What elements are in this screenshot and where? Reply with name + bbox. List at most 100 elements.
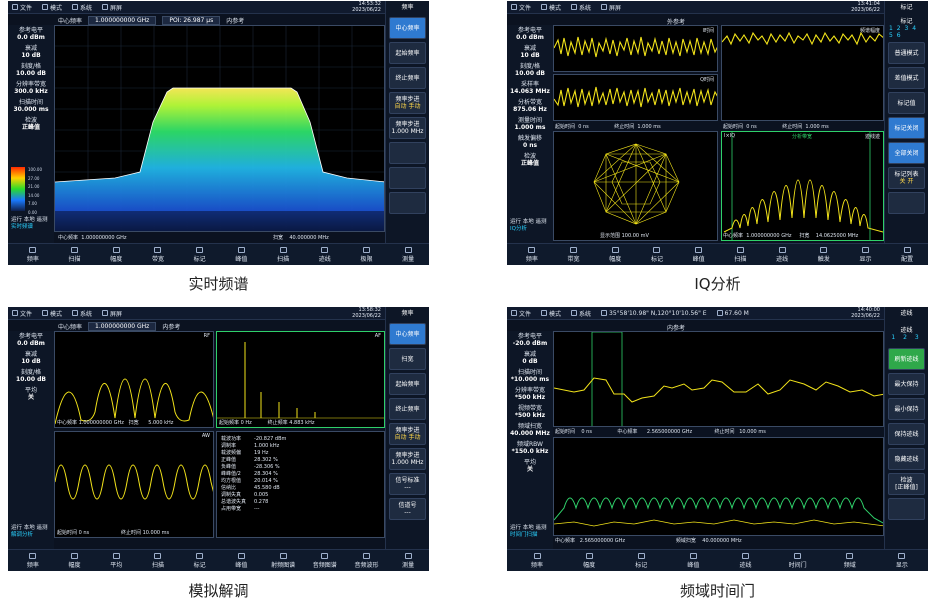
param-trigger-offset[interactable]: 触发偏移 0 ns [507, 135, 553, 149]
marker-num[interactable]: 1 [889, 25, 894, 32]
menu-amplitude[interactable]: 幅度 [563, 550, 615, 571]
menu-file[interactable]: 文件 [511, 309, 531, 318]
delta-mode-button[interactable]: 差值模式 [888, 67, 925, 89]
menu-peak[interactable]: 峰值 [221, 244, 263, 265]
marker-num[interactable]: 4 [912, 25, 917, 32]
menu-freq[interactable]: 频率 [12, 244, 54, 265]
menu-peak[interactable]: 峰值 [667, 550, 719, 571]
param-atten[interactable]: 衰减 10 dB [8, 45, 54, 59]
param-meas-time[interactable]: 测量时间 1.000 ms [507, 117, 553, 131]
menu-bandwidth[interactable]: 带宽 [553, 244, 595, 265]
max-hold-button[interactable]: 最大保持 [888, 373, 925, 395]
time-domain-plot[interactable] [553, 331, 884, 427]
menu-marker[interactable]: 标记 [179, 244, 221, 265]
param-vbw[interactable]: 视频带宽 *500 kHz [507, 405, 553, 419]
param-scale[interactable]: 刻度/格 10.00 dB [8, 369, 54, 383]
menu-config[interactable]: 配置 [886, 244, 928, 265]
menu-file[interactable]: 文件 [12, 3, 32, 12]
refresh-trace-button[interactable]: 刷新迹线 [888, 348, 925, 370]
empty-softkey[interactable] [389, 192, 426, 214]
param-sweep[interactable]: 扫描时间 30.000 ms [8, 99, 54, 113]
center-freq-value[interactable]: 1.000000000 GHz [88, 322, 157, 331]
menu-system[interactable]: 系统 [72, 3, 92, 12]
param-ref-level[interactable]: 参考电平 0.0 dBm [8, 27, 54, 41]
marker-off-button[interactable]: 标记关闭 [888, 117, 925, 139]
menu-freq[interactable]: 频率 [511, 244, 553, 265]
trace-num[interactable]: 2 [903, 334, 910, 341]
iq-constellation-plot[interactable]: 显示范围 100.00 mV [553, 131, 718, 241]
af-spectrum-plot[interactable]: AF 起始频率 0 Hz 终止频率 4.883 kHz [216, 331, 385, 428]
i-time-plot[interactable]: I时间 [553, 25, 718, 72]
param-ref-level[interactable]: 参考电平 0.0 dBm [507, 27, 553, 41]
menu-system[interactable]: 系统 [571, 309, 591, 318]
menu-amplitude[interactable]: 幅度 [594, 244, 636, 265]
menu-mode[interactable]: 模式 [541, 309, 561, 318]
trace-num[interactable]: 1 [891, 334, 898, 341]
realtime-spectrum-plot[interactable] [54, 25, 385, 232]
detector-button[interactable]: 检波 [正峰值] [888, 473, 925, 495]
menu-peak[interactable]: 峰值 [221, 550, 263, 571]
param-average[interactable]: 平均关 [8, 387, 54, 401]
menu-scan[interactable]: 扫描 [720, 244, 762, 265]
param-analysis-bw[interactable]: 分析带宽 875.06 Hz [507, 99, 553, 113]
menu-trace[interactable]: 迹线 [304, 244, 346, 265]
center-freq-value[interactable]: 1.000000000 GHz [88, 16, 157, 25]
stop-freq-button[interactable]: 终止频率 [389, 67, 426, 89]
param-detector[interactable]: 检波 正峰值 [507, 153, 553, 167]
marker-value-button[interactable]: 标记值 [888, 92, 925, 114]
param-atten[interactable]: 衰减 10 dB [507, 45, 553, 59]
menu-display[interactable]: 显示 [845, 244, 887, 265]
menu-sweep[interactable]: 扫描 [54, 244, 96, 265]
magnitude-time-plot[interactable]: 频谱幅度 [721, 25, 884, 121]
menu-file[interactable]: 文件 [12, 309, 32, 318]
empty-softkey[interactable] [389, 142, 426, 164]
param-atten[interactable]: 衰减 0 dB [507, 351, 553, 365]
menu-average[interactable]: 平均 [95, 550, 137, 571]
param-rbw[interactable]: 分辨率带宽 *500 kHz [507, 387, 553, 401]
span-button[interactable]: 扫宽 [389, 348, 426, 370]
channel-number-button[interactable]: 信道号 --- [389, 498, 426, 520]
menu-marker[interactable]: 标记 [636, 244, 678, 265]
marker-num[interactable]: 6 [897, 32, 902, 39]
param-scale[interactable]: 刻度/格 10.00 dB [8, 63, 54, 77]
param-atten[interactable]: 衰减 10 dB [8, 351, 54, 365]
trace-select[interactable]: 迹线 1 2 3 [888, 323, 925, 345]
center-freq-button[interactable]: 中心频率 [389, 17, 426, 39]
marker-num[interactable]: 3 [905, 25, 910, 32]
freq-domain-plot[interactable] [553, 437, 884, 536]
audio-waveform-plot[interactable]: AW 起始时间 0 ns 终止时间 10.000 ms [54, 431, 214, 538]
menu-bandwidth[interactable]: 带宽 [137, 244, 179, 265]
menu-audio-waveform[interactable]: 音频波形 [346, 550, 388, 571]
param-sample-rate[interactable]: 采样率 14.063 MHz [507, 81, 553, 95]
param-rbw[interactable]: 分辨率带宽 300.0 kHz [8, 81, 54, 95]
menu-system[interactable]: 系统 [72, 309, 92, 318]
all-off-button[interactable]: 全部关闭 [888, 142, 925, 164]
menu-scan[interactable]: 扫描 [137, 550, 179, 571]
param-ref-level[interactable]: 参考电平 -20.0 dBm [507, 333, 553, 347]
start-freq-button[interactable]: 起始频率 [389, 373, 426, 395]
menu-rf-spectrum[interactable]: 射频图谱 [262, 550, 304, 571]
signal-standard-button[interactable]: 信号标准 --- [389, 473, 426, 495]
param-sweep-time[interactable]: 扫描时间 *10.000 ms [507, 369, 553, 383]
menu-trace[interactable]: 迹线 [720, 550, 772, 571]
menu-measure[interactable]: 测量 [387, 550, 429, 571]
param-average[interactable]: 平均关 [507, 459, 553, 473]
menu-mode[interactable]: 模式 [541, 3, 561, 12]
param-freq-span[interactable]: 频域扫宽 40.000 MHz [507, 423, 553, 437]
menu-measure[interactable]: 测量 [387, 244, 429, 265]
trace-num[interactable]: 3 [915, 334, 922, 341]
freq-step-mode-button[interactable]: 频率步进 自动 手动 [389, 423, 426, 445]
marker-num[interactable]: 2 [897, 25, 902, 32]
min-hold-button[interactable]: 最小保持 [888, 398, 925, 420]
hide-trace-button[interactable]: 隐藏迹线 [888, 448, 925, 470]
empty-softkey[interactable] [888, 192, 925, 214]
param-scale[interactable]: 刻度/格 10.00 dB [507, 63, 553, 77]
empty-softkey[interactable] [888, 498, 925, 520]
menu-marker[interactable]: 标记 [615, 550, 667, 571]
rf-spectrum-plot[interactable]: RF 中心频率 1.000000000 GHz 扫宽 5.000 kHz [54, 331, 214, 428]
marker-select[interactable]: 标记 1 2 3 4 5 6 [888, 17, 925, 39]
start-freq-button[interactable]: 起始频率 [389, 42, 426, 64]
freq-step-value-button[interactable]: 频率步进 1.000 MHz [389, 117, 426, 139]
menu-file[interactable]: 文件 [511, 3, 531, 12]
freq-step-mode-button[interactable]: 频率步进 自动 手动 [389, 92, 426, 114]
